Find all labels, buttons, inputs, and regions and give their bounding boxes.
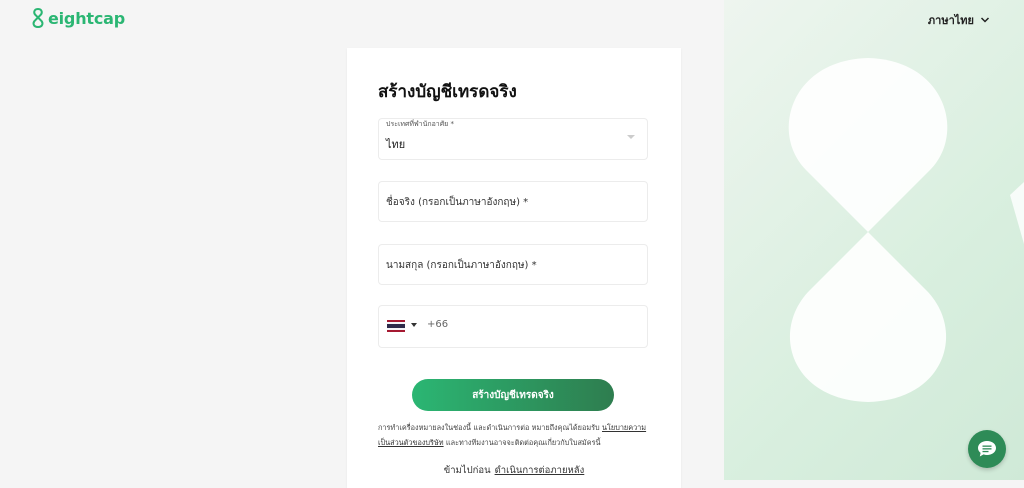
country-select[interactable]: ประเทศที่พำนักอาศัย * ไทย [378, 118, 648, 160]
create-account-button[interactable]: สร้างบัญชีเทรดจริง [412, 379, 614, 411]
legal-text-1: การทำเครื่องหมายลงในช่องนี้ และดำเนินการ… [378, 423, 603, 432]
flag-dropdown-caret-icon[interactable] [411, 323, 417, 327]
phone-field[interactable]: +66 [378, 305, 648, 348]
skip-row: ข้ามไปก่อน ดำเนินการต่อภายหลัง [347, 463, 681, 478]
country-value: ไทย [386, 138, 406, 151]
last-name-placeholder: นามสกุล (กรอกเป็นภาษาอังกฤษ) * [386, 260, 537, 271]
first-name-field[interactable]: ชื่อจริง (กรอกเป็นภาษาอังกฤษ) * [378, 181, 648, 222]
thailand-flag-icon[interactable] [387, 320, 405, 332]
dropdown-caret-icon [627, 135, 635, 139]
country-label: ประเทศที่พำนักอาศัย * [386, 120, 455, 128]
chevron-down-icon [980, 17, 990, 23]
chat-bubble-icon [978, 441, 996, 457]
eightcap-logo[interactable]: eightcap [32, 8, 125, 28]
legal-text-2: และทางทีมงานอาจจะติดต่อคุณเกี่ยวกับใบสมั… [443, 438, 601, 447]
last-name-field[interactable]: นามสกุล (กรอกเป็นภาษาอังกฤษ) * [378, 244, 648, 285]
continue-later-link[interactable]: ดำเนินการต่อภายหลัง [495, 465, 585, 476]
skip-text: ข้ามไปก่อน [443, 465, 491, 476]
page-title: สร้างบัญชีเทรดจริง [378, 82, 517, 102]
first-name-placeholder: ชื่อจริง (กรอกเป็นภาษาอังกฤษ) * [386, 197, 529, 208]
chat-button[interactable] [968, 430, 1006, 468]
language-selector[interactable]: ภาษาไทย [928, 11, 990, 29]
language-label: ภาษาไทย [927, 14, 974, 27]
phone-country-code: +66 [427, 319, 449, 330]
logo-text: eightcap [48, 8, 125, 28]
legal-notice: การทำเครื่องหมายลงในช่องนี้ และดำเนินการ… [378, 420, 650, 450]
logo-8-icon [32, 8, 44, 28]
signup-card: สร้างบัญชีเทรดจริง ประเทศที่พำนักอาศัย *… [347, 48, 681, 488]
